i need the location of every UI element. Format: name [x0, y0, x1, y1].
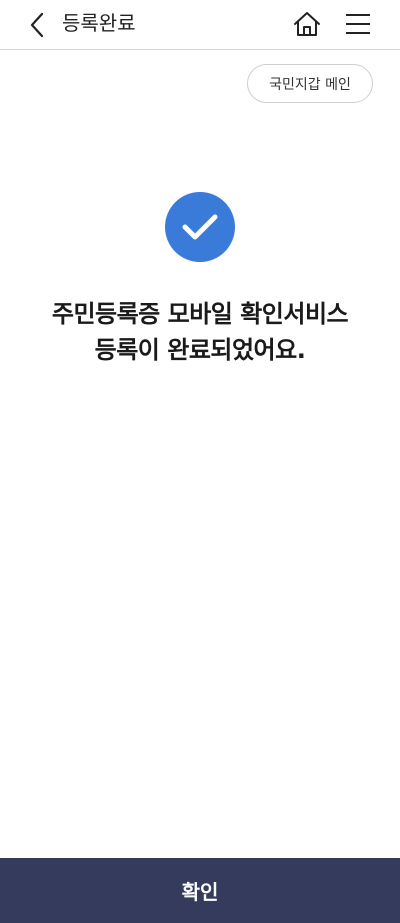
check-circle-icon — [165, 192, 235, 262]
chevron-left-icon — [30, 12, 44, 38]
national-wallet-main-label: 국민지갑 메인 — [269, 76, 351, 93]
back-button[interactable] — [20, 8, 54, 42]
hamburger-menu-icon — [346, 14, 370, 34]
checkmark-icon — [182, 214, 218, 240]
completion-message-line1: 주민등록증 모바일 확인서비스 — [51, 300, 349, 328]
completion-message: 주민등록증 모바일 확인서비스 등록이 완료되었어요. — [0, 296, 400, 368]
home-button[interactable] — [290, 7, 324, 41]
menu-button[interactable] — [341, 7, 375, 41]
home-icon — [294, 12, 320, 36]
completion-message-line2: 등록이 완료되었어요. — [94, 336, 306, 364]
national-wallet-main-button[interactable]: 국민지갑 메인 — [247, 64, 373, 103]
page-title: 등록완료 — [62, 11, 136, 35]
top-app-bar: 등록완료 — [0, 0, 400, 50]
registration-complete-screen: 등록완료 국민지갑 메인 주민등록증 모바일 확인서비스 등록이 완료되었어요. — [0, 0, 400, 923]
confirm-button[interactable]: 확인 — [0, 858, 400, 923]
